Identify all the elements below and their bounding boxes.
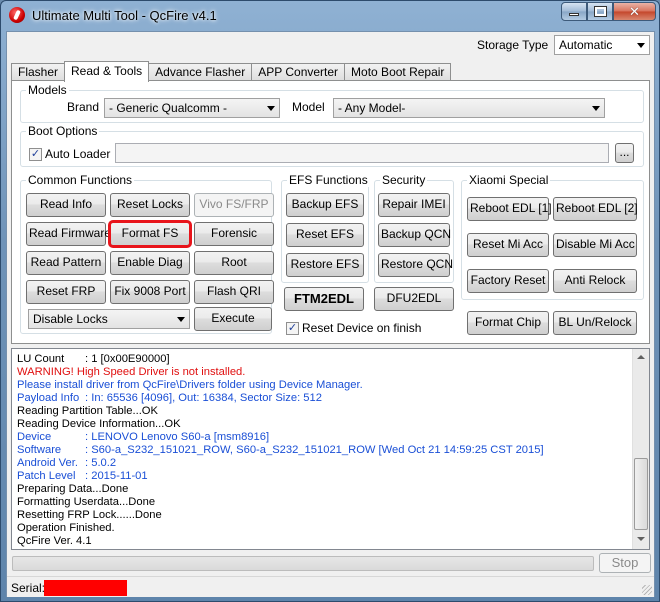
qcfire-logo-icon bbox=[9, 7, 25, 23]
reset-device-label: Reset Device on finish bbox=[302, 321, 422, 335]
root-button[interactable]: Root bbox=[194, 251, 274, 275]
log-line: QcFire Ver. 4.1 bbox=[17, 535, 92, 547]
reboot-edl-1-button[interactable]: Reboot EDL [1] bbox=[467, 197, 552, 221]
log-warning: WARNING! High Speed Driver is not instal… bbox=[17, 366, 246, 378]
app-window: Ultimate Multi Tool - QcFire v4.1 ✕ Stor… bbox=[0, 0, 660, 602]
window-title: Ultimate Multi Tool - QcFire v4.1 bbox=[32, 8, 217, 23]
storage-type-value: Automatic bbox=[559, 38, 613, 52]
backup-qcn-button[interactable]: Backup QCN bbox=[378, 223, 451, 247]
window-controls: ✕ bbox=[561, 2, 656, 21]
format-chip-button[interactable]: Format Chip bbox=[467, 311, 549, 335]
locks-select-value: Disable Locks bbox=[33, 312, 108, 326]
efs-functions-title: EFS Functions bbox=[287, 173, 370, 187]
read-info-button[interactable]: Read Info bbox=[26, 193, 106, 217]
xiaomi-special-title: Xiaomi Special bbox=[467, 173, 551, 187]
log-line: Resetting FRP Lock......Done bbox=[17, 509, 162, 521]
title-bar: Ultimate Multi Tool - QcFire v4.1 ✕ bbox=[1, 1, 659, 31]
repair-imei-button[interactable]: Repair IMEI bbox=[378, 193, 450, 217]
chevron-down-icon bbox=[592, 106, 600, 111]
loader-path-input[interactable] bbox=[115, 143, 609, 163]
progress-bar bbox=[12, 556, 594, 571]
locks-select[interactable]: Disable Locks bbox=[28, 309, 190, 329]
storage-type-select[interactable]: Automatic bbox=[554, 35, 650, 55]
resize-grip-icon[interactable] bbox=[642, 585, 652, 595]
scroll-thumb[interactable] bbox=[634, 458, 648, 530]
format-fs-button[interactable]: Format FS bbox=[108, 220, 192, 248]
model-value: - Any Model- bbox=[338, 101, 406, 115]
stop-button[interactable]: Stop bbox=[599, 553, 651, 573]
flash-qri-button[interactable]: Flash QRI bbox=[194, 280, 274, 304]
log-line: LU Count: 1 [0x00E90000] bbox=[17, 353, 170, 365]
disable-mi-acc-button[interactable]: Disable Mi Acc bbox=[553, 233, 637, 257]
reset-frp-button[interactable]: Reset FRP bbox=[26, 280, 106, 304]
enable-diag-button[interactable]: Enable Diag bbox=[110, 251, 190, 275]
minimize-icon bbox=[569, 13, 579, 16]
close-icon: ✕ bbox=[629, 3, 640, 19]
minimize-button[interactable] bbox=[561, 2, 587, 21]
brand-label: Brand bbox=[67, 100, 100, 114]
chevron-down-icon bbox=[267, 106, 275, 111]
storage-type-label: Storage Type bbox=[477, 38, 549, 52]
auto-loader-label: Auto Loader bbox=[45, 147, 111, 161]
model-select[interactable]: - Any Model- bbox=[333, 98, 605, 118]
log-line: Preparing Data...Done bbox=[17, 483, 129, 495]
log-line: Operation Finished. bbox=[17, 522, 115, 534]
scroll-down-icon[interactable] bbox=[637, 537, 645, 541]
factory-reset-button[interactable]: Factory Reset bbox=[467, 269, 549, 293]
models-group-title: Models bbox=[26, 83, 69, 97]
reset-device-checkbox[interactable]: ✓ bbox=[286, 322, 299, 335]
read-firmware-button[interactable]: Read Firmware bbox=[26, 222, 111, 246]
anti-relock-button[interactable]: Anti Relock bbox=[553, 269, 637, 293]
client-area: Storage Type Automatic Flasher Read & To… bbox=[6, 31, 655, 597]
model-label: Model bbox=[292, 100, 325, 114]
read-tools-panel: Models Brand - Generic Qualcomm - Model … bbox=[11, 80, 650, 344]
read-pattern-button[interactable]: Read Pattern bbox=[26, 251, 106, 275]
ftm2edl-button[interactable]: FTM2EDL bbox=[284, 287, 364, 311]
backup-efs-button[interactable]: Backup EFS bbox=[286, 193, 364, 217]
serial-redacted-box bbox=[44, 580, 127, 596]
log-output[interactable]: LU Count: 1 [0x00E90000] WARNING! High S… bbox=[11, 348, 650, 550]
chevron-down-icon bbox=[637, 43, 645, 48]
browse-loader-button[interactable]: ... bbox=[615, 143, 634, 163]
log-line: Patch Level: 2015-11-01 bbox=[17, 470, 148, 482]
reset-efs-button[interactable]: Reset EFS bbox=[286, 223, 364, 247]
serial-label: Serial: bbox=[11, 581, 46, 595]
reset-mi-acc-button[interactable]: Reset Mi Acc bbox=[467, 233, 549, 257]
close-button[interactable]: ✕ bbox=[613, 2, 656, 21]
boot-options-title: Boot Options bbox=[26, 124, 100, 138]
maximize-button[interactable] bbox=[587, 2, 613, 21]
log-line: Payload Info: In: 65536 [4096], Out: 163… bbox=[17, 392, 322, 404]
common-functions-title: Common Functions bbox=[26, 173, 135, 187]
reset-locks-button[interactable]: Reset Locks bbox=[110, 193, 190, 217]
scroll-up-icon[interactable] bbox=[637, 355, 645, 359]
execute-button[interactable]: Execute bbox=[194, 307, 272, 331]
fix-9008-port-button[interactable]: Fix 9008 Port bbox=[110, 280, 190, 304]
bl-relock-button[interactable]: BL Un/Relock bbox=[553, 311, 637, 335]
log-line: Android Ver.: 5.0.2 bbox=[17, 457, 117, 469]
models-group: Models Brand - Generic Qualcomm - Model … bbox=[20, 83, 644, 123]
vivo-fs-frp-button[interactable]: Vivo FS/FRP bbox=[194, 193, 274, 217]
log-line: Device: LENOVO Lenovo S60-a [msm8916] bbox=[17, 431, 270, 443]
log-line: Please install driver from QcFire\Driver… bbox=[17, 379, 363, 391]
chevron-down-icon bbox=[177, 317, 185, 322]
boot-options-group: Boot Options ✓ Auto Loader ... bbox=[20, 124, 644, 167]
dfu2edl-button[interactable]: DFU2EDL bbox=[374, 287, 454, 311]
status-bar: Serial: bbox=[7, 576, 654, 597]
brand-value: - Generic Qualcomm - bbox=[109, 101, 228, 115]
log-line: Software: S60-a_S232_151021_ROW, S60-a_S… bbox=[17, 444, 544, 456]
restore-qcn-button[interactable]: Restore QCN bbox=[378, 253, 453, 277]
security-title: Security bbox=[380, 173, 428, 187]
restore-efs-button[interactable]: Restore EFS bbox=[286, 253, 364, 277]
log-line: Reading Partition Table...OK bbox=[17, 405, 158, 417]
brand-select[interactable]: - Generic Qualcomm - bbox=[104, 98, 280, 118]
auto-loader-checkbox[interactable]: ✓ bbox=[29, 148, 42, 161]
log-scrollbar[interactable] bbox=[632, 349, 649, 549]
log-line: Formatting Userdata...Done bbox=[17, 496, 156, 508]
tab-read-tools[interactable]: Read & Tools bbox=[64, 61, 150, 82]
reboot-edl-2-button[interactable]: Reboot EDL [2] bbox=[553, 197, 638, 221]
log-line: Reading Device Information...OK bbox=[17, 418, 181, 430]
maximize-icon bbox=[593, 6, 607, 17]
forensic-button[interactable]: Forensic bbox=[194, 222, 274, 246]
tab-strip: Flasher Read & Tools Advance Flasher APP… bbox=[11, 61, 452, 82]
